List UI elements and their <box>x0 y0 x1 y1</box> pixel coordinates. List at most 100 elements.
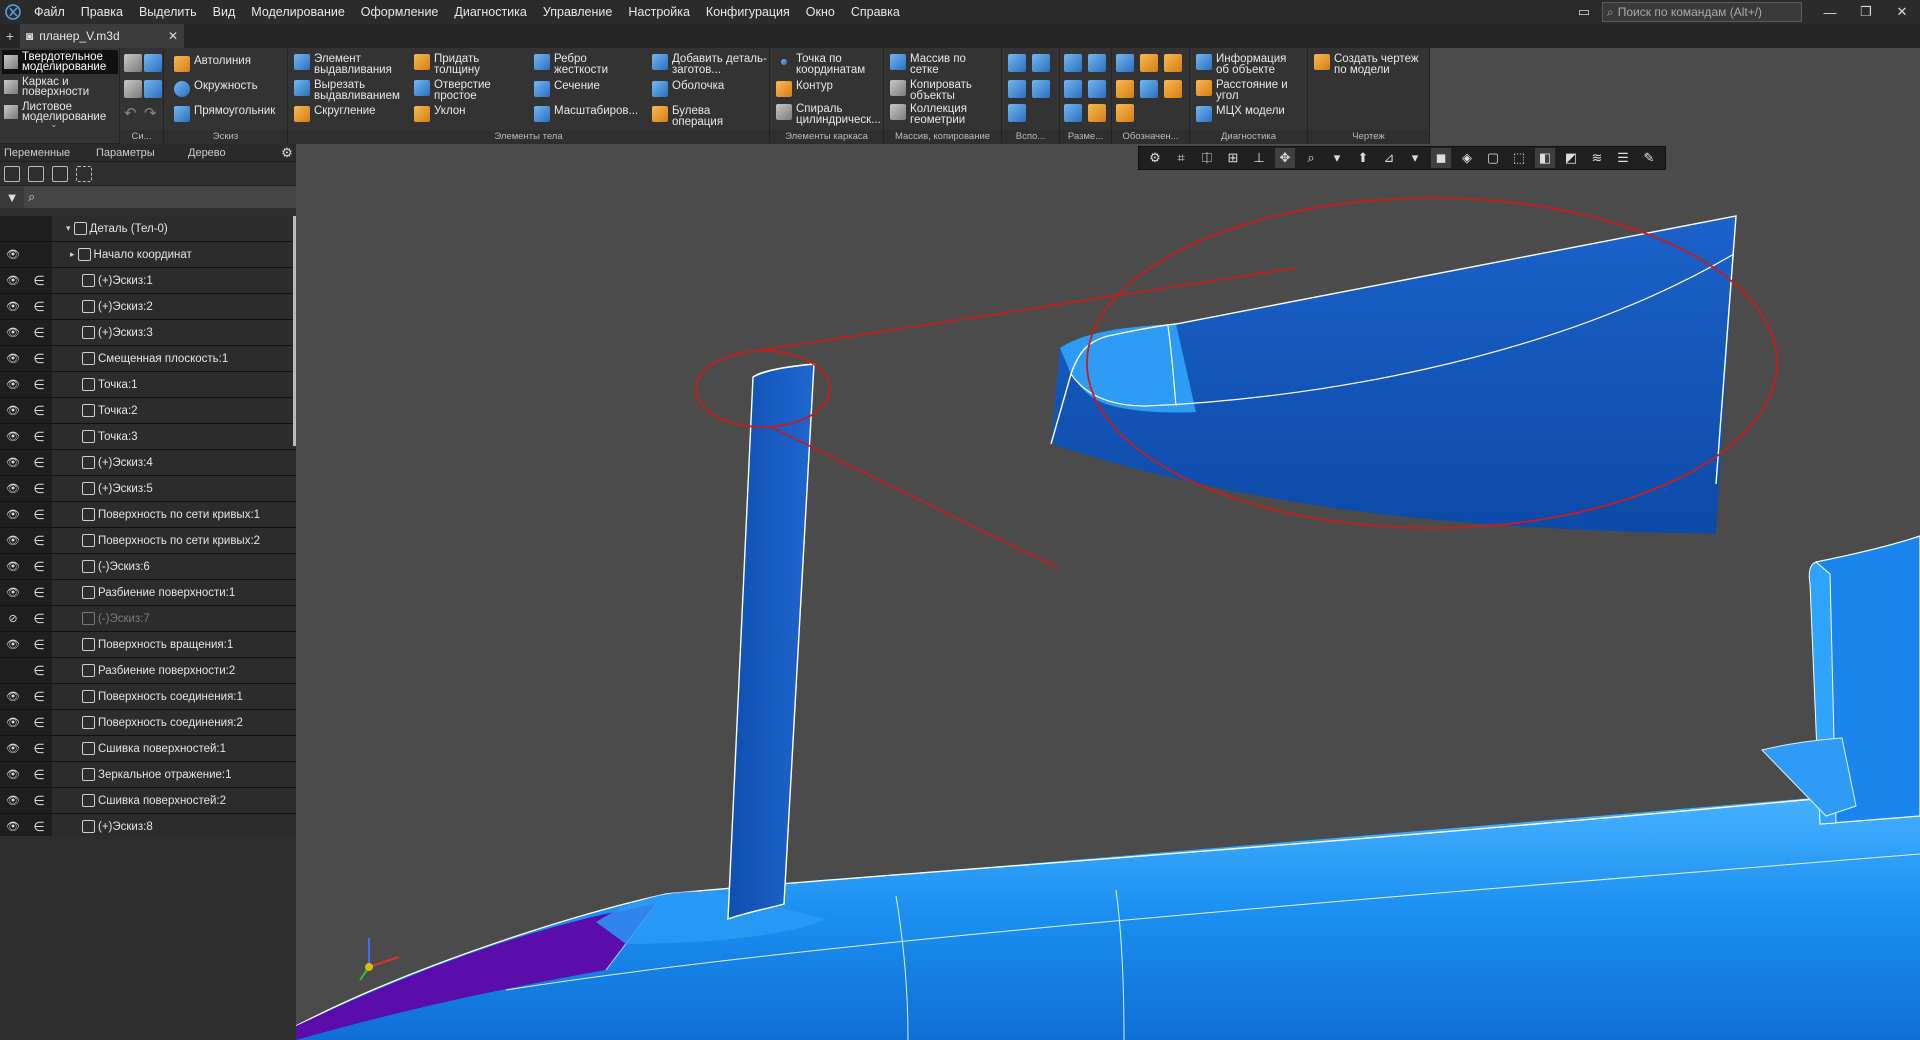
tree-item[interactable]: 👁 ∈ Точка:1 <box>0 372 296 398</box>
tree-item[interactable]: 👁 ∈ Точка:3 <box>0 424 296 450</box>
tree-item-body[interactable]: Сшивка поверхностей:1 <box>52 736 296 761</box>
close-tab-icon[interactable]: ✕ <box>168 29 178 43</box>
include-toggle-icon[interactable]: ∈ <box>32 637 46 653</box>
save-icon[interactable] <box>124 54 142 72</box>
aux-axis-icon[interactable] <box>1032 54 1050 72</box>
tree-search-input[interactable]: ⌕ <box>24 186 296 208</box>
command-search-input[interactable]: ⌕ Поиск по командам (Alt+/) <box>1602 2 1802 22</box>
orientation-icon[interactable]: ⬆ <box>1353 148 1373 168</box>
shaded-edges-icon[interactable]: ◈ <box>1457 148 1477 168</box>
visibility-eye-icon[interactable]: 👁 <box>4 274 22 287</box>
tree-item[interactable]: 👁 ∈ Поверхность вращения:1 <box>0 632 296 658</box>
model-canvas[interactable] <box>296 144 1920 1040</box>
app-logo-icon[interactable] <box>0 0 26 24</box>
include-toggle-icon[interactable]: ∈ <box>32 741 46 757</box>
tree-root[interactable]: ▾ Деталь (Тел-0) <box>0 216 296 242</box>
view-pan-icon[interactable]: ✥ <box>1275 148 1295 168</box>
tree-item-body[interactable]: (+)Эскиз:2 <box>52 294 296 319</box>
tree-item[interactable]: 👁 ∈ Зеркальное отражение:1 <box>0 762 296 788</box>
menu-modeling[interactable]: Моделирование <box>243 0 353 24</box>
collapse-caret-icon[interactable]: ▸ <box>70 249 75 260</box>
layout-toggle-icon[interactable]: ▭ <box>1566 0 1602 24</box>
position-mark-icon[interactable] <box>1140 80 1158 98</box>
add-blank-button[interactable]: Добавить деталь-заготов... <box>652 53 772 76</box>
mode-sheet-metal[interactable]: Листовое моделирование <box>2 100 118 124</box>
visibility-eye-icon[interactable]: 👁 <box>4 716 22 729</box>
tree-item[interactable]: 👁 ∈ (+)Эскиз:5 <box>0 476 296 502</box>
visibility-eye-icon[interactable]: 👁 <box>4 430 22 443</box>
aux-line-icon[interactable] <box>1008 80 1026 98</box>
visibility-eye-icon[interactable]: 👁 <box>4 534 22 547</box>
view-settings-icon[interactable]: ⚙ <box>1145 148 1165 168</box>
visibility-eye-icon[interactable]: 👁 <box>4 690 22 703</box>
mode-wireframe-surfaces[interactable]: Каркас и поверхности <box>2 75 118 99</box>
close-window-button[interactable]: ✕ <box>1884 0 1920 24</box>
rib-button[interactable]: Ребро жесткости <box>534 53 624 76</box>
tree-item-body[interactable]: Поверхность соединения:1 <box>52 684 296 709</box>
thicken-button[interactable]: Придать толщину <box>414 53 504 76</box>
view-sketch-icon[interactable]: ⌗ <box>1171 148 1191 168</box>
angle-dim-icon[interactable] <box>1064 80 1082 98</box>
document-tab[interactable]: ◙ планер_V.m3d ✕ <box>20 24 184 48</box>
tree-item-body[interactable]: Сшивка поверхностей:2 <box>52 788 296 813</box>
visibility-eye-icon[interactable]: 👁 <box>4 378 22 391</box>
section-button[interactable]: Сечение <box>534 80 600 97</box>
hole-button[interactable]: Отверстие простое <box>414 79 504 102</box>
tree-item[interactable]: 👁 ∈ (+)Эскиз:4 <box>0 450 296 476</box>
maximize-button[interactable]: ❐ <box>1848 0 1884 24</box>
tree-item[interactable]: 👁 ∈ Поверхность соединения:2 <box>0 710 296 736</box>
autoline-button[interactable]: Автолиния <box>174 55 251 72</box>
body-group-title[interactable]: Элементы тела <box>288 130 769 144</box>
tree-item-body[interactable]: (+)Эскиз:3 <box>52 320 296 345</box>
tree-item-body[interactable]: (+)Эскиз:8 <box>52 814 296 836</box>
weld-mark-icon[interactable] <box>1164 80 1182 98</box>
include-toggle-icon[interactable]: ∈ <box>32 273 46 289</box>
tree-structure-icon[interactable] <box>4 165 20 182</box>
dim-edit-icon[interactable] <box>1088 104 1106 122</box>
expand-caret-icon[interactable]: ▾ <box>66 223 71 234</box>
visibility-eye-icon[interactable]: 👁 <box>4 638 22 651</box>
rectangle-button[interactable]: Прямоугольник <box>174 105 275 122</box>
visibility-eye-icon[interactable]: 👁 <box>4 820 22 833</box>
cut-extrude-button[interactable]: Вырезать выдавливанием <box>294 79 414 102</box>
visibility-eye-icon[interactable]: 👁 <box>4 404 22 417</box>
filter-icon[interactable]: ▼ <box>0 186 24 208</box>
tree-item[interactable]: ⊘ ∈ (-)Эскиз:7 <box>0 606 296 632</box>
hidden-lines-icon[interactable]: ⬚ <box>1509 148 1529 168</box>
tree-item[interactable]: 👁 ∈ Поверхность по сети кривых:1 <box>0 502 296 528</box>
create-drawing-button[interactable]: Создать чертеж по модели <box>1314 53 1428 76</box>
tree-item-body[interactable]: ▸ Начало координат <box>52 242 296 267</box>
visibility-eye-icon[interactable]: 👁 <box>4 742 22 755</box>
tree-item-body[interactable]: (+)Эскиз:5 <box>52 476 296 501</box>
minimize-button[interactable]: — <box>1812 0 1848 24</box>
tree-item-body[interactable]: Разбиение поверхности:1 <box>52 580 296 605</box>
linear-dim-icon[interactable] <box>1064 54 1082 72</box>
shaded-view-icon[interactable]: ◼ <box>1431 148 1451 168</box>
include-toggle-icon[interactable]: ∈ <box>32 559 46 575</box>
tree-history-icon[interactable] <box>28 165 44 182</box>
visibility-eye-icon[interactable]: 👁 <box>4 560 22 573</box>
tree-item-body[interactable]: Точка:1 <box>52 372 296 397</box>
visibility-eye-icon[interactable]: 👁 <box>4 482 22 495</box>
save-as-icon[interactable] <box>144 54 162 72</box>
include-toggle-icon[interactable]: ∈ <box>32 351 46 367</box>
system-group-title[interactable]: Си... <box>120 130 163 144</box>
axes-dropdown-icon[interactable]: ▾ <box>1405 148 1425 168</box>
menu-select[interactable]: Выделить <box>131 0 205 24</box>
tree-item[interactable]: 👁 ∈ Сшивка поверхностей:2 <box>0 788 296 814</box>
tree-item[interactable]: 👁 ∈ Точка:2 <box>0 398 296 424</box>
include-toggle-icon[interactable]: ∈ <box>32 585 46 601</box>
menu-manage[interactable]: Управление <box>535 0 621 24</box>
wire-group-title[interactable]: Элементы каркаса <box>770 130 883 144</box>
aux-group-title[interactable]: Вспо... <box>1002 130 1059 144</box>
roughness-icon[interactable] <box>1140 54 1158 72</box>
fillet-button[interactable]: Скругление <box>294 105 376 122</box>
include-toggle-icon[interactable]: ∈ <box>32 455 46 471</box>
tree-item-body[interactable]: Поверхность по сети кривых:1 <box>52 502 296 527</box>
tree-item-origin[interactable]: 👁 ▸ Начало координат <box>0 242 296 268</box>
include-toggle-icon[interactable]: ∈ <box>32 481 46 497</box>
tree-item[interactable]: 👁 ∈ (+)Эскиз:2 <box>0 294 296 320</box>
mode-expand-icon[interactable]: ⌄ <box>50 119 58 130</box>
visibility-eye-icon[interactable]: 👁 <box>4 456 22 469</box>
draft-button[interactable]: Уклон <box>414 105 466 122</box>
